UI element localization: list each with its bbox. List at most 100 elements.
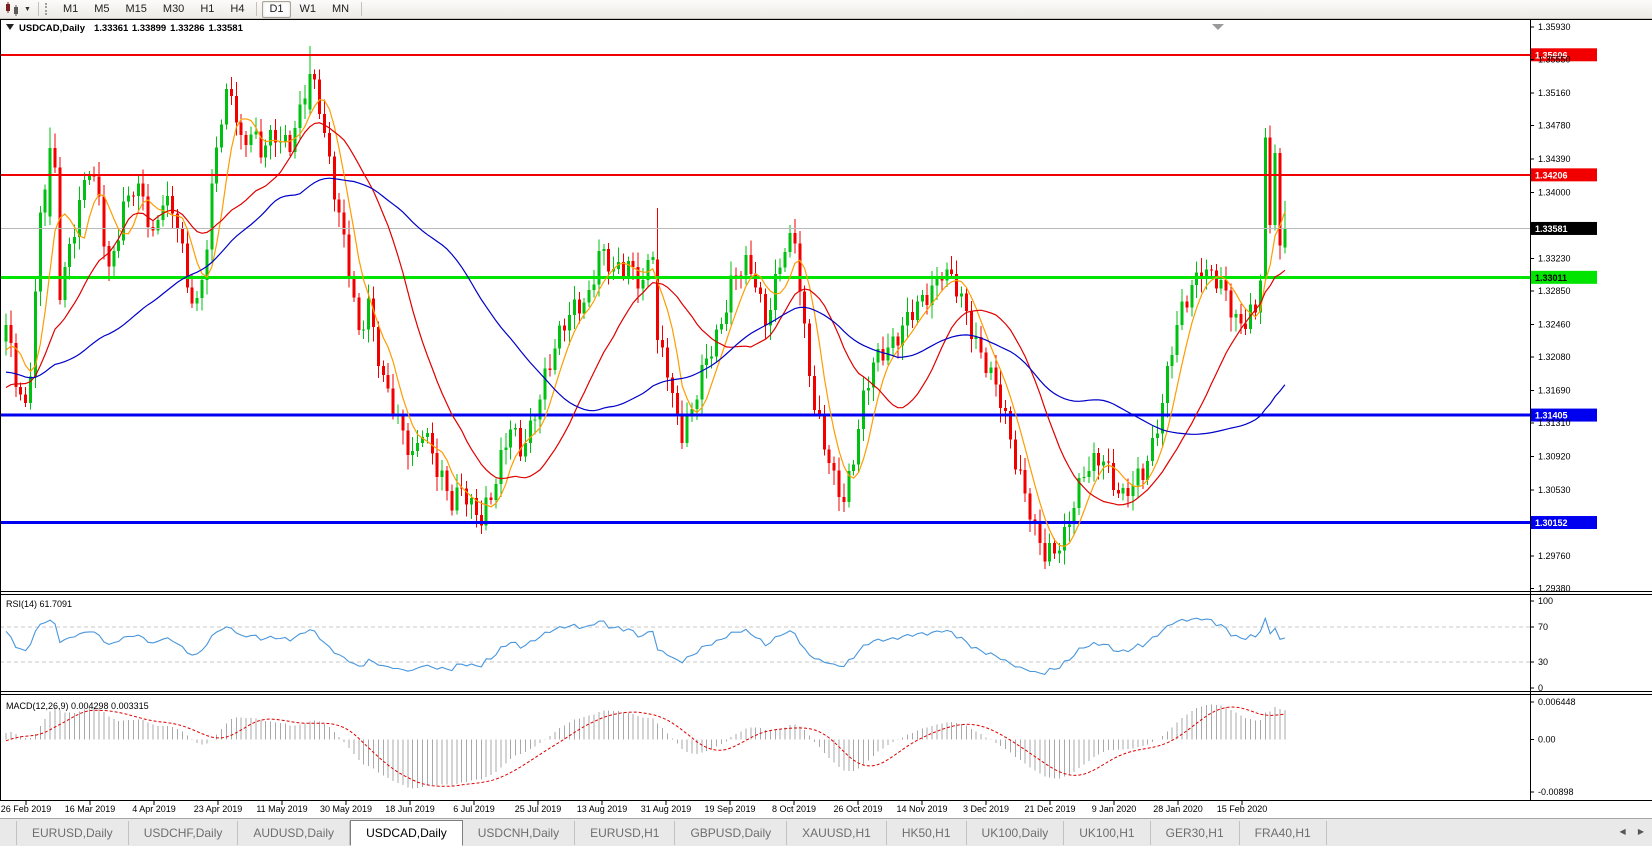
rsi-axis-label: 30	[1538, 657, 1548, 667]
timeframe-toolbar: ▼ M1M5M15M30H1H4 D1W1MN	[0, 0, 1652, 19]
toolbar-separator	[38, 2, 39, 16]
price-axis-label: 1.30530	[1538, 485, 1571, 495]
tab-scroll-arrows: ◀ ▶	[1609, 827, 1644, 836]
price-axis-label: 1.32850	[1538, 286, 1571, 296]
chart-period-icon[interactable]	[4, 2, 22, 16]
chart-header-title: USDCAD,Daily 1.333611.33899 1.33286 1.33581	[19, 23, 244, 34]
chart-symbol: USDCAD,Daily	[19, 23, 86, 34]
timeframe-button-W1[interactable]: W1	[293, 1, 324, 18]
chart-area[interactable]: 1.356061.342061.330111.314051.301521.335…	[0, 19, 1652, 818]
chart-tab-usdcad-daily[interactable]: USDCAD,Daily	[350, 820, 463, 846]
candles-bear-bodies	[9, 74, 1281, 561]
price-axis-label: 1.29380	[1538, 584, 1571, 594]
chart-tab-fra40-h1[interactable]: FRA40,H1	[1240, 821, 1327, 845]
date-axis-label: 16 Mar 2019	[65, 804, 116, 814]
ohlc-close: 1.33581	[209, 23, 244, 34]
date-axis-label: 3 Dec 2019	[963, 804, 1009, 814]
date-axis-label: 18 Jun 2019	[385, 804, 435, 814]
toolbar-separator	[256, 2, 257, 16]
timeframe-button-D1[interactable]: D1	[262, 1, 290, 18]
level-price-label: 1.30152	[1535, 518, 1568, 528]
chart-tab-xauusd-h1[interactable]: XAUUSD,H1	[787, 821, 887, 845]
price-axis-label: 1.32080	[1538, 352, 1571, 362]
level-price-label: 1.33011	[1535, 273, 1567, 283]
timeframe-button-MN[interactable]: MN	[325, 1, 356, 18]
ohlc-high: 1.33899	[132, 23, 166, 34]
chart-shift-marker-icon[interactable]	[1212, 24, 1224, 30]
price-axis-label: 1.34000	[1538, 188, 1571, 198]
level-price-label: 1.34206	[1535, 170, 1568, 180]
macd-axis-label: -0.00898	[1538, 787, 1574, 797]
date-axis-label: 25 Jul 2019	[515, 804, 562, 814]
price-axis-label: 1.35160	[1538, 88, 1571, 98]
chart-tab-bar: EURUSD,DailyUSDCHF,DailyAUDUSD,DailyUSDC…	[0, 818, 1652, 846]
timeframe-button-M1[interactable]: M1	[56, 1, 85, 18]
date-axis-label: 31 Aug 2019	[641, 804, 692, 814]
date-axis-label: 8 Oct 2019	[772, 804, 816, 814]
rsi-label: RSI(14) 61.7091	[6, 599, 72, 609]
date-axis-label: 21 Dec 2019	[1024, 804, 1075, 814]
chart-tab-usdcnh-daily[interactable]: USDCNH,Daily	[463, 821, 575, 845]
price-axis-label: 1.34780	[1538, 121, 1571, 131]
date-axis-label: 14 Nov 2019	[896, 804, 947, 814]
date-axis-label: 28 Jan 2020	[1153, 804, 1203, 814]
date-axis-label: 6 Jul 2019	[453, 804, 495, 814]
timeframe-button-M5[interactable]: M5	[87, 1, 116, 18]
price-axis-label: 1.31310	[1538, 418, 1571, 428]
date-axis-label: 4 Apr 2019	[132, 804, 176, 814]
ohlc-open: 1.33361	[94, 23, 129, 34]
ma-line-fast-6[interactable]	[6, 100, 1285, 547]
chart-tab-eurusd-h1[interactable]: EURUSD,H1	[575, 821, 675, 845]
date-axis-label: 9 Jan 2020	[1092, 804, 1137, 814]
timeframe-button-M15[interactable]: M15	[119, 1, 154, 18]
macd-histogram	[6, 704, 1285, 788]
chart-window: 1.356061.342061.330111.314051.301521.335…	[0, 19, 1652, 818]
chart-tab-uk100-daily[interactable]: UK100,Daily	[967, 821, 1065, 845]
chart-tab-eurusd-daily[interactable]: EURUSD,Daily	[16, 821, 129, 845]
rsi-axis-label: 100	[1538, 596, 1553, 606]
date-axis-label: 15 Feb 2020	[1217, 804, 1268, 814]
toolbar-grip[interactable]	[45, 3, 50, 15]
macd-label: MACD(12,26,9) 0.004298 0.003315	[6, 701, 149, 711]
macd-signal-line[interactable]	[6, 707, 1285, 786]
chart-title-caret-icon[interactable]	[6, 24, 14, 30]
price-axis-label: 1.35550	[1538, 55, 1571, 65]
chart-tab-ger30-h1[interactable]: GER30,H1	[1151, 821, 1240, 845]
price-axis-label: 1.34390	[1538, 154, 1571, 164]
ohlc-low: 1.33286	[170, 23, 204, 34]
date-axis-label: 26 Feb 2019	[1, 804, 52, 814]
date-axis-label: 13 Aug 2019	[577, 804, 628, 814]
price-axis-label: 1.29760	[1538, 551, 1571, 561]
date-axis-label: 26 Oct 2019	[833, 804, 882, 814]
chevron-down-icon[interactable]: ▼	[24, 6, 31, 13]
chart-tab-audusd-daily[interactable]: AUDUSD,Daily	[238, 821, 350, 845]
ma-line-medium-20[interactable]	[6, 123, 1285, 505]
chart-tab-gbpusd-daily[interactable]: GBPUSD,Daily	[675, 821, 787, 845]
date-axis-label: 11 May 2019	[256, 804, 307, 814]
price-axis-label: 1.33230	[1538, 254, 1571, 264]
timeframe-button-H4[interactable]: H4	[223, 1, 251, 18]
timeframe-button-M30[interactable]: M30	[156, 1, 191, 18]
candles-bull-bodies	[5, 74, 1287, 561]
tab-scroll-right-icon[interactable]: ▶	[1638, 827, 1644, 836]
macd-axis-label: 0.00	[1538, 735, 1556, 745]
chart-tab-usdchf-daily[interactable]: USDCHF,Daily	[129, 821, 239, 845]
price-axis-label: 1.31690	[1538, 386, 1571, 396]
macd-axis-label: 0.006448	[1538, 697, 1576, 707]
current-price-label: 1.33581	[1535, 224, 1568, 234]
chart-tab-uk100-h1[interactable]: UK100,H1	[1064, 821, 1150, 845]
rsi-axis-label: 70	[1538, 622, 1548, 632]
toolbar-separator	[361, 2, 362, 16]
price-axis-label: 1.30920	[1538, 452, 1571, 462]
date-axis-label: 19 Sep 2019	[704, 804, 755, 814]
price-axis-label: 1.35930	[1538, 22, 1571, 32]
mt4-window: ▼ M1M5M15M30H1H4D1W1MN 1.356061.342061.3…	[0, 0, 1652, 846]
ma-line-slow-50[interactable]	[6, 178, 1285, 434]
chart-tab-hk50-h1[interactable]: HK50,H1	[887, 821, 967, 845]
date-axis-label: 30 May 2019	[320, 804, 372, 814]
timeframe-button-H1[interactable]: H1	[193, 1, 221, 18]
date-axis-label: 23 Apr 2019	[194, 804, 243, 814]
tab-scroll-left-icon[interactable]: ◀	[1619, 827, 1625, 836]
price-axis-label: 1.32460	[1538, 320, 1571, 330]
rsi-axis-label: 0	[1538, 683, 1543, 693]
